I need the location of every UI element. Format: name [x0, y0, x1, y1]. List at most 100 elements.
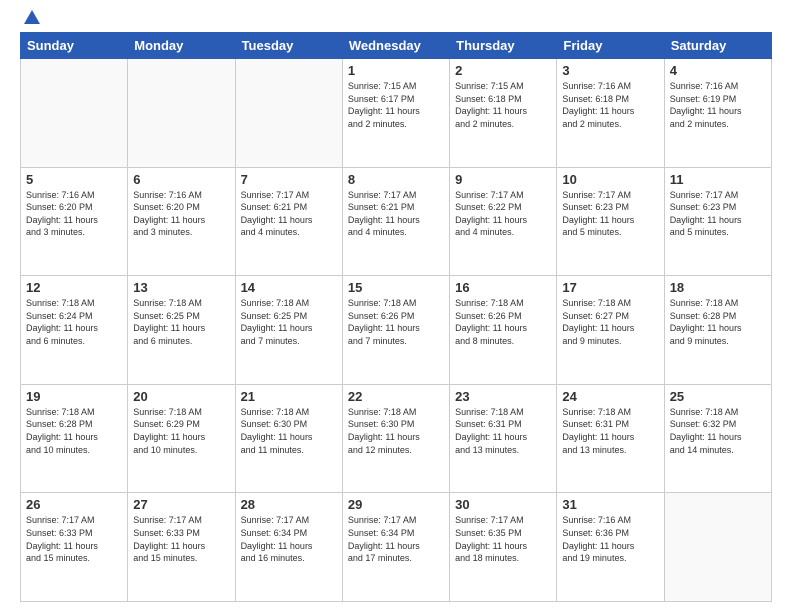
- day-info: Sunrise: 7:17 AM Sunset: 6:34 PM Dayligh…: [348, 514, 444, 564]
- calendar-cell: 3Sunrise: 7:16 AM Sunset: 6:18 PM Daylig…: [557, 59, 664, 168]
- day-number: 27: [133, 497, 229, 512]
- day-number: 2: [455, 63, 551, 78]
- day-number: 30: [455, 497, 551, 512]
- week-row-3: 19 Sunrise: 7:18 AM Sunset: 6:28 PM Dayli…: [21, 384, 772, 493]
- day-info: Sunrise: 7:18 AM Sunset: 6:31 PM Dayligh…: [562, 406, 658, 456]
- calendar-cell: [128, 59, 235, 168]
- calendar-cell: 23Sunrise: 7:18 AM Sunset: 6:31 PM Dayli…: [450, 384, 557, 493]
- weekday-header-thursday: Thursday: [450, 33, 557, 59]
- weekday-header-friday: Friday: [557, 33, 664, 59]
- day-info: Sunrise: 7:17 AM Sunset: 6:21 PM Dayligh…: [241, 189, 337, 239]
- day-info: Sunrise: 7:17 AM Sunset: 6:23 PM Dayligh…: [670, 189, 766, 239]
- calendar-cell: [21, 59, 128, 168]
- day-number: 22: [348, 389, 444, 404]
- calendar-cell: 25 Sunrise: 7:18 AM Sunset: 6:32 PM Dayli…: [664, 384, 771, 493]
- day-info: Sunrise: 7:16 AM Sunset: 6:19 PM Dayligh…: [670, 80, 766, 130]
- calendar-cell: 7 Sunrise: 7:17 AM Sunset: 6:21 PM Daylig…: [235, 167, 342, 276]
- calendar-cell: 31 Sunrise: 7:16 AM Sunset: 6:36 PM Dayli…: [557, 493, 664, 602]
- week-row-0: 1 Sunrise: 7:15 AM Sunset: 6:17 PM Daylig…: [21, 59, 772, 168]
- weekday-header-wednesday: Wednesday: [342, 33, 449, 59]
- logo-text: [20, 16, 40, 24]
- weekday-header-sunday: Sunday: [21, 33, 128, 59]
- day-number: 19: [26, 389, 122, 404]
- day-number: 6: [133, 172, 229, 187]
- day-info: Sunrise: 7:17 AM Sunset: 6:34 PM Dayligh…: [241, 514, 337, 564]
- calendar-cell: 2 Sunrise: 7:15 AM Sunset: 6:18 PM Daylig…: [450, 59, 557, 168]
- day-number: 8: [348, 172, 444, 187]
- day-info: Sunrise: 7:17 AM Sunset: 6:22 PM Dayligh…: [455, 189, 551, 239]
- week-row-4: 26Sunrise: 7:17 AM Sunset: 6:33 PM Dayli…: [21, 493, 772, 602]
- day-number: 1: [348, 63, 444, 78]
- day-number: 9: [455, 172, 551, 187]
- day-number: 10: [562, 172, 658, 187]
- calendar-cell: 29 Sunrise: 7:17 AM Sunset: 6:34 PM Dayli…: [342, 493, 449, 602]
- day-number: 18: [670, 280, 766, 295]
- calendar-cell: [664, 493, 771, 602]
- calendar-header: SundayMondayTuesdayWednesdayThursdayFrid…: [21, 33, 772, 59]
- day-number: 31: [562, 497, 658, 512]
- calendar-body: 1 Sunrise: 7:15 AM Sunset: 6:17 PM Daylig…: [21, 59, 772, 602]
- day-info: Sunrise: 7:18 AM Sunset: 6:25 PM Dayligh…: [241, 297, 337, 347]
- calendar-cell: 17 Sunrise: 7:18 AM Sunset: 6:27 PM Dayli…: [557, 276, 664, 385]
- weekday-row: SundayMondayTuesdayWednesdayThursdayFrid…: [21, 33, 772, 59]
- calendar-cell: 30Sunrise: 7:17 AM Sunset: 6:35 PM Dayli…: [450, 493, 557, 602]
- calendar-cell: 16 Sunrise: 7:18 AM Sunset: 6:26 PM Dayli…: [450, 276, 557, 385]
- weekday-header-monday: Monday: [128, 33, 235, 59]
- day-info: Sunrise: 7:16 AM Sunset: 6:36 PM Dayligh…: [562, 514, 658, 564]
- day-info: Sunrise: 7:15 AM Sunset: 6:17 PM Dayligh…: [348, 80, 444, 130]
- day-info: Sunrise: 7:17 AM Sunset: 6:33 PM Dayligh…: [133, 514, 229, 564]
- day-number: 25: [670, 389, 766, 404]
- calendar-cell: 10 Sunrise: 7:17 AM Sunset: 6:23 PM Dayli…: [557, 167, 664, 276]
- header: [20, 16, 772, 24]
- day-info: Sunrise: 7:18 AM Sunset: 6:28 PM Dayligh…: [670, 297, 766, 347]
- day-number: 15: [348, 280, 444, 295]
- day-number: 23: [455, 389, 551, 404]
- calendar-cell: 26Sunrise: 7:17 AM Sunset: 6:33 PM Dayli…: [21, 493, 128, 602]
- calendar-cell: 12 Sunrise: 7:18 AM Sunset: 6:24 PM Dayli…: [21, 276, 128, 385]
- day-info: Sunrise: 7:17 AM Sunset: 6:23 PM Dayligh…: [562, 189, 658, 239]
- calendar-cell: 13Sunrise: 7:18 AM Sunset: 6:25 PM Dayli…: [128, 276, 235, 385]
- week-row-1: 5 Sunrise: 7:16 AM Sunset: 6:20 PM Daylig…: [21, 167, 772, 276]
- day-info: Sunrise: 7:18 AM Sunset: 6:32 PM Dayligh…: [670, 406, 766, 456]
- calendar-cell: 20Sunrise: 7:18 AM Sunset: 6:29 PM Dayli…: [128, 384, 235, 493]
- weekday-header-saturday: Saturday: [664, 33, 771, 59]
- calendar-cell: 19 Sunrise: 7:18 AM Sunset: 6:28 PM Dayli…: [21, 384, 128, 493]
- calendar-cell: 9 Sunrise: 7:17 AM Sunset: 6:22 PM Daylig…: [450, 167, 557, 276]
- calendar-cell: 4 Sunrise: 7:16 AM Sunset: 6:19 PM Daylig…: [664, 59, 771, 168]
- day-info: Sunrise: 7:18 AM Sunset: 6:27 PM Dayligh…: [562, 297, 658, 347]
- day-number: 16: [455, 280, 551, 295]
- logo: [20, 16, 40, 24]
- calendar-cell: 15Sunrise: 7:18 AM Sunset: 6:26 PM Dayli…: [342, 276, 449, 385]
- day-info: Sunrise: 7:17 AM Sunset: 6:21 PM Dayligh…: [348, 189, 444, 239]
- day-info: Sunrise: 7:18 AM Sunset: 6:30 PM Dayligh…: [241, 406, 337, 456]
- calendar-cell: 5Sunrise: 7:16 AM Sunset: 6:20 PM Daylig…: [21, 167, 128, 276]
- calendar-cell: 6 Sunrise: 7:16 AM Sunset: 6:20 PM Daylig…: [128, 167, 235, 276]
- day-number: 28: [241, 497, 337, 512]
- day-number: 24: [562, 389, 658, 404]
- calendar-cell: 28 Sunrise: 7:17 AM Sunset: 6:34 PM Dayli…: [235, 493, 342, 602]
- day-info: Sunrise: 7:18 AM Sunset: 6:30 PM Dayligh…: [348, 406, 444, 456]
- calendar-cell: 8 Sunrise: 7:17 AM Sunset: 6:21 PM Daylig…: [342, 167, 449, 276]
- day-info: Sunrise: 7:18 AM Sunset: 6:24 PM Dayligh…: [26, 297, 122, 347]
- day-number: 29: [348, 497, 444, 512]
- calendar-cell: [235, 59, 342, 168]
- day-info: Sunrise: 7:16 AM Sunset: 6:18 PM Dayligh…: [562, 80, 658, 130]
- day-number: 5: [26, 172, 122, 187]
- calendar-cell: 24 Sunrise: 7:18 AM Sunset: 6:31 PM Dayli…: [557, 384, 664, 493]
- calendar-cell: 27 Sunrise: 7:17 AM Sunset: 6:33 PM Dayli…: [128, 493, 235, 602]
- day-number: 17: [562, 280, 658, 295]
- day-number: 12: [26, 280, 122, 295]
- day-number: 7: [241, 172, 337, 187]
- day-info: Sunrise: 7:18 AM Sunset: 6:26 PM Dayligh…: [455, 297, 551, 347]
- day-info: Sunrise: 7:18 AM Sunset: 6:25 PM Dayligh…: [133, 297, 229, 347]
- day-info: Sunrise: 7:15 AM Sunset: 6:18 PM Dayligh…: [455, 80, 551, 130]
- day-number: 21: [241, 389, 337, 404]
- calendar-cell: 1 Sunrise: 7:15 AM Sunset: 6:17 PM Daylig…: [342, 59, 449, 168]
- day-number: 4: [670, 63, 766, 78]
- day-number: 14: [241, 280, 337, 295]
- day-info: Sunrise: 7:16 AM Sunset: 6:20 PM Dayligh…: [133, 189, 229, 239]
- day-number: 11: [670, 172, 766, 187]
- calendar-cell: 21 Sunrise: 7:18 AM Sunset: 6:30 PM Dayli…: [235, 384, 342, 493]
- weekday-header-tuesday: Tuesday: [235, 33, 342, 59]
- day-info: Sunrise: 7:18 AM Sunset: 6:28 PM Dayligh…: [26, 406, 122, 456]
